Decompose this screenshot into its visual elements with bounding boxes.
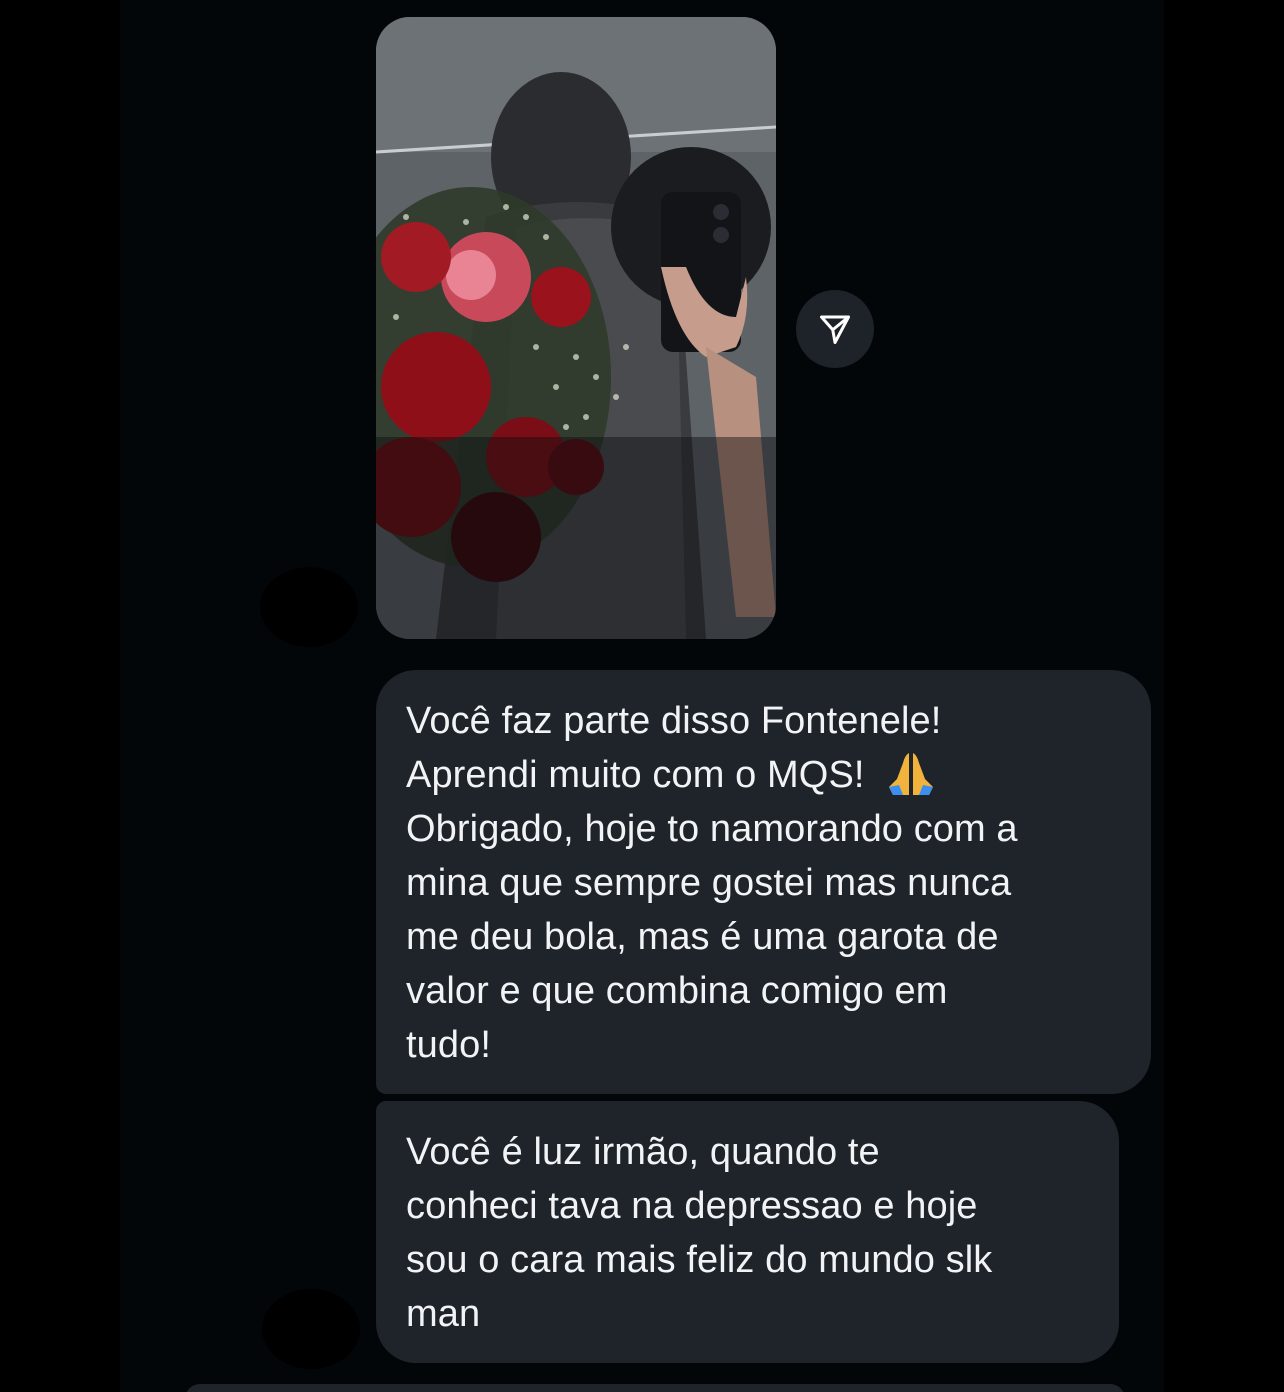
message-line: conheci tava na depressao e hoje xyxy=(406,1185,978,1227)
message-bubble[interactable]: Você faz parte disso Fontenele! Aprendi … xyxy=(376,670,1151,1094)
story-reply-image[interactable] xyxy=(376,17,776,639)
message-line: valor e que combina comigo em xyxy=(406,970,948,1012)
sender-avatar[interactable] xyxy=(260,567,358,647)
chat-thread: Você faz parte disso Fontenele! Aprendi … xyxy=(120,0,1164,1392)
share-story-button[interactable] xyxy=(796,290,874,368)
story-photo xyxy=(376,17,776,639)
message-line: sou o cara mais feliz do mundo slk xyxy=(406,1239,993,1281)
message-line: mina que sempre gostei mas nunca xyxy=(406,862,1012,904)
message-bubble[interactable]: Você é luz irmão, quando te conheci tava… xyxy=(376,1101,1119,1363)
paper-plane-icon xyxy=(820,315,850,344)
message-line: Você faz parte disso Fontenele! xyxy=(406,700,942,742)
message-bubble-partial[interactable] xyxy=(185,1384,1125,1392)
message-line: Aprendi muito com o MQS! xyxy=(406,754,876,796)
message-line: tudo! xyxy=(406,1024,492,1066)
message-line: Obrigado, hoje to namorando com a xyxy=(406,808,1018,850)
message-line: man xyxy=(406,1293,481,1335)
folded-hands-emoji xyxy=(889,753,934,795)
sender-avatar[interactable] xyxy=(262,1289,360,1369)
message-line: me deu bola, mas é uma garota de xyxy=(406,916,999,958)
message-line: Você é luz irmão, quando te xyxy=(406,1131,880,1173)
